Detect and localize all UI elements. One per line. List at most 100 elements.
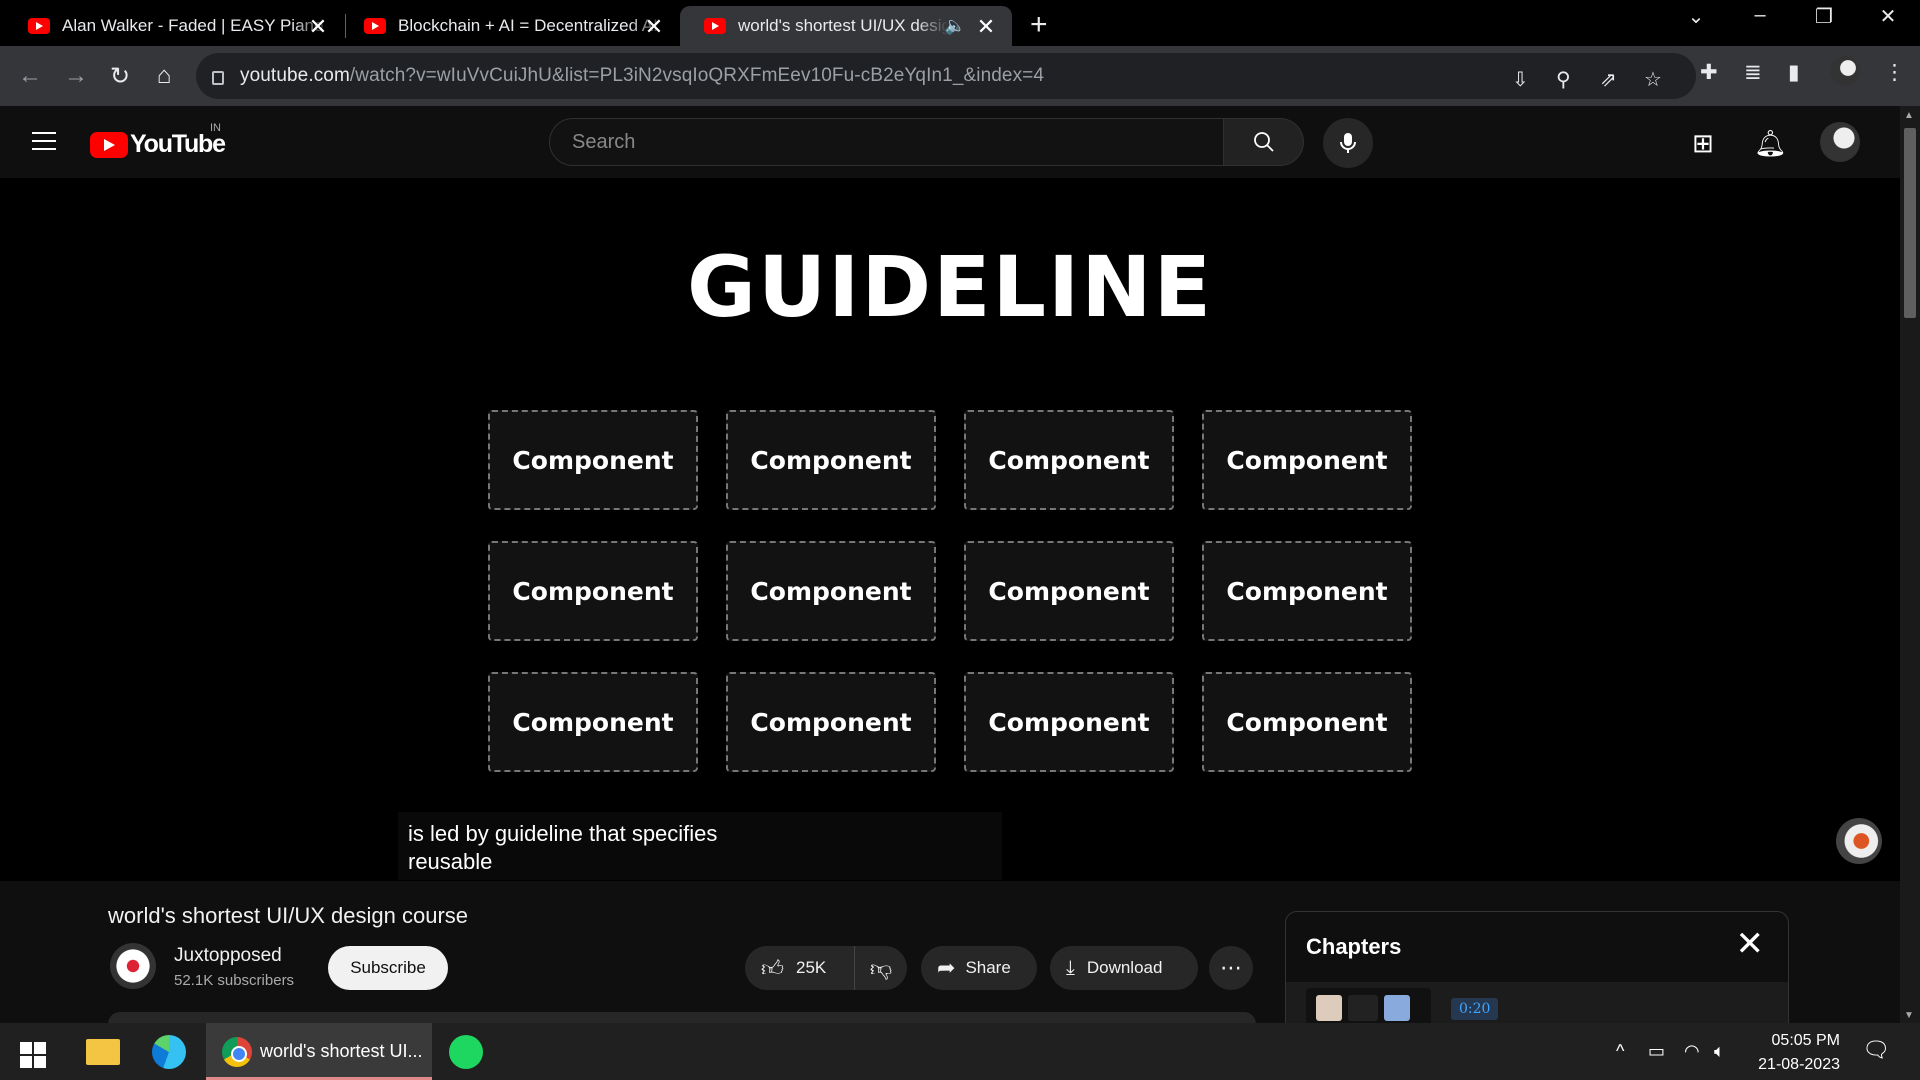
zoom-icon[interactable]: ⚲ (1556, 67, 1571, 92)
more-dots-icon: ⋯ (1220, 955, 1242, 980)
windows-start-icon[interactable] (20, 1042, 46, 1068)
youtube-favicon-icon (704, 18, 726, 34)
audio-playing-icon[interactable]: 🔈 (945, 16, 966, 36)
system-clock[interactable]: 05:05 PM 21-08-2023 (1748, 1029, 1840, 1077)
channel-watermark-icon[interactable] (1836, 818, 1882, 864)
media-controls-icon[interactable]: ≣ (1744, 60, 1762, 85)
video-player[interactable]: GUIDELINE Component Component Component … (0, 178, 1900, 881)
download-label: Download (1086, 958, 1163, 977)
bookmark-star-icon[interactable]: ☆ (1644, 67, 1662, 92)
page-scrollbar[interactable]: ▲ ▼ (1900, 106, 1920, 1023)
url-text: youtube.com/watch?v=wIuVvCuiJhU&list=PL3… (240, 65, 1045, 86)
reload-button[interactable]: ↻ (104, 62, 136, 91)
clock-time: 05:05 PM (1771, 1032, 1840, 1049)
taskbar-window-title: world's shortest UI... (260, 1041, 423, 1061)
close-tab-icon[interactable]: ✕ (974, 14, 998, 40)
share-arrow-icon: ➦ (937, 955, 956, 980)
forward-button[interactable]: → (60, 62, 92, 90)
notifications-bell-icon[interactable]: 🔔︎ (1754, 128, 1787, 159)
tab-ui-ux-course[interactable]: world's shortest UI/UX design course 🔈 ✕ (680, 6, 1012, 46)
caption-line: reusable (408, 849, 493, 874)
wifi-icon[interactable]: ◠ (1684, 1041, 1700, 1062)
search-button[interactable] (1224, 118, 1304, 166)
create-video-icon[interactable]: ⊞ (1692, 128, 1714, 159)
youtube-favicon-icon (364, 18, 386, 34)
close-tab-icon[interactable]: ✕ (306, 14, 330, 40)
tab-search-chevron-icon[interactable]: ⌄ (1676, 4, 1716, 29)
profile-avatar[interactable] (1830, 56, 1860, 86)
spotify-icon[interactable] (449, 1035, 483, 1069)
component-grid: Component Component Component Component … (488, 410, 1412, 772)
chapter-timestamp[interactable]: 0:20 (1451, 998, 1499, 1020)
like-count: 25K (796, 958, 827, 977)
home-button[interactable]: ⌂ (148, 62, 180, 90)
back-button[interactable]: ← (14, 62, 46, 90)
windows-taskbar: world's shortest UI... ^ ▭ ◠ 🔈︎ 05:05 PM… (0, 1023, 1920, 1080)
install-app-icon[interactable]: ⇩ (1512, 67, 1529, 92)
thumbs-up-icon: 👍︎ (761, 955, 784, 981)
scroll-down-icon[interactable]: ▼ (1904, 1010, 1914, 1021)
component-box: Component (1202, 410, 1412, 510)
taskbar-chrome-window[interactable]: world's shortest UI... (206, 1023, 432, 1080)
tray-chevron-icon[interactable]: ^ (1616, 1041, 1624, 1062)
chapters-heading: Chapters (1306, 934, 1402, 959)
tab-blockchain-ai[interactable]: Blockchain + AI = Decentralized AI ✕ (340, 6, 680, 46)
restore-button[interactable]: ❐ (1804, 4, 1844, 29)
close-tab-icon[interactable]: ✕ (642, 14, 666, 40)
browser-menu-icon[interactable]: ⋮ (1884, 60, 1905, 85)
component-box: Component (488, 672, 698, 772)
volume-icon[interactable]: 🔈︎ (1714, 1041, 1725, 1062)
component-box: Component (488, 410, 698, 510)
address-bar[interactable]: youtube.com/watch?v=wIuVvCuiJhU&list=PL3… (196, 53, 1696, 99)
battery-icon[interactable]: ▭ (1648, 1041, 1665, 1062)
caption-line: is led by guideline that specifies (408, 821, 718, 846)
youtube-play-icon (90, 131, 128, 158)
tab-alan-walker[interactable]: Alan Walker - Faded | EASY Piano ✕ (4, 6, 344, 46)
new-tab-button[interactable]: + (1030, 8, 1048, 42)
scrollbar-thumb[interactable] (1904, 128, 1916, 318)
channel-name[interactable]: Juxtopposed (174, 945, 282, 967)
slide-title: GUIDELINE (687, 238, 1213, 336)
minimize-button[interactable]: – (1740, 4, 1780, 27)
download-button[interactable]: ⤓ Download (1050, 946, 1198, 990)
youtube-wordmark: YouTube (130, 130, 226, 158)
like-dislike-group: 👍︎ 25K 👎︎ (745, 946, 907, 990)
chrome-icon (222, 1036, 252, 1067)
edge-browser-icon[interactable] (152, 1035, 186, 1069)
close-chapters-icon[interactable]: ✕ (1736, 924, 1765, 964)
tab-title: Alan Walker - Faded | EASY Piano (62, 16, 324, 35)
like-button[interactable]: 👍︎ 25K (745, 946, 855, 990)
notifications-icon[interactable]: 🗨︎ (1862, 1037, 1890, 1063)
scroll-up-icon[interactable]: ▲ (1904, 110, 1914, 121)
voice-search-button[interactable] (1323, 118, 1373, 168)
search-input[interactable]: Search (549, 118, 1224, 166)
video-info-section: world's shortest UI/UX design course Jux… (0, 881, 1900, 1053)
lock-icon (212, 71, 224, 85)
hamburger-menu-icon[interactable] (32, 132, 56, 150)
search-icon (1253, 132, 1274, 152)
subscribe-button[interactable]: Subscribe (328, 946, 448, 990)
subtitle-caption: is led by guideline that specifies reusa… (398, 812, 1002, 880)
side-panel-icon[interactable]: ▮ (1788, 60, 1800, 85)
more-actions-button[interactable]: ⋯ (1209, 946, 1253, 990)
clock-date: 21-08-2023 (1758, 1056, 1840, 1073)
channel-avatar[interactable] (110, 943, 156, 989)
share-button[interactable]: ➦ Share (921, 946, 1037, 990)
file-explorer-icon[interactable] (86, 1039, 120, 1065)
country-code: IN (210, 122, 221, 134)
component-box: Component (488, 541, 698, 641)
extensions-puzzle-icon[interactable]: ✚ (1700, 60, 1718, 85)
component-box: Component (726, 672, 936, 772)
dislike-button[interactable]: 👎︎ (855, 946, 907, 990)
account-avatar[interactable] (1820, 122, 1860, 162)
microphone-icon (1340, 133, 1356, 153)
youtube-favicon-icon (28, 18, 50, 34)
tab-title: world's shortest UI/UX design course (738, 16, 948, 35)
close-window-button[interactable]: ✕ (1868, 4, 1908, 29)
share-page-icon[interactable]: ⇗ (1600, 67, 1617, 92)
youtube-logo[interactable]: YouTube IN (90, 122, 226, 159)
thumbs-down-icon: 👎︎ (869, 955, 893, 981)
chapter-thumbnail (1306, 988, 1431, 1028)
component-box: Component (964, 672, 1174, 772)
component-box: Component (964, 410, 1174, 510)
